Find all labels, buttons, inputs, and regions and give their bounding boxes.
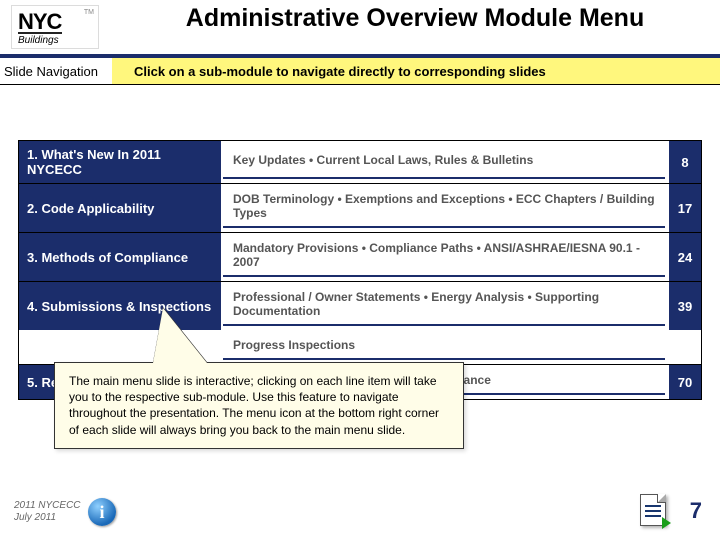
header-bar: NYC TM Buildings Administrative Overview… bbox=[0, 0, 720, 58]
menu-row[interactable]: 4. Submissions & Inspections Professiona… bbox=[19, 282, 701, 365]
menu-item-page: 17 bbox=[669, 184, 701, 232]
slide-navigation-label: Slide Navigation bbox=[0, 64, 112, 79]
menu-item-page-spacer bbox=[669, 330, 701, 364]
menu-item-label: 3. Methods of Compliance bbox=[19, 233, 221, 281]
slide: NYC TM Buildings Administrative Overview… bbox=[0, 0, 720, 540]
info-icon[interactable]: i bbox=[88, 498, 116, 526]
menu-item-desc: Key Updates • Current Local Laws, Rules … bbox=[223, 143, 665, 179]
menu-item-label: 2. Code Applicability bbox=[19, 184, 221, 232]
menu-item-desc: Professional / Owner Statements • Energy… bbox=[223, 284, 665, 326]
logo-wrap: NYC TM Buildings bbox=[0, 0, 110, 54]
module-menu: 1. What's New In 2011 NYCECC Key Updates… bbox=[18, 140, 702, 400]
menu-item-label: 1. What's New In 2011 NYCECC bbox=[19, 141, 221, 183]
menu-row[interactable]: 1. What's New In 2011 NYCECC Key Updates… bbox=[19, 141, 701, 184]
logo-divider bbox=[18, 32, 62, 34]
menu-row[interactable]: 3. Methods of Compliance Mandatory Provi… bbox=[19, 233, 701, 282]
menu-item-page: 24 bbox=[669, 233, 701, 281]
menu-item-page: 39 bbox=[669, 282, 701, 330]
document-icon bbox=[640, 494, 666, 526]
menu-item-page: 70 bbox=[669, 365, 701, 399]
menu-item-desc: DOB Terminology • Exemptions and Excepti… bbox=[223, 186, 665, 228]
instruction-text: Click on a sub-module to navigate direct… bbox=[112, 64, 546, 79]
menu-return-icon[interactable] bbox=[640, 494, 666, 526]
menu-item-page: 8 bbox=[669, 141, 701, 183]
info-icon-glyph: i bbox=[88, 498, 116, 526]
logo-tm: TM bbox=[84, 9, 94, 16]
page-number: 7 bbox=[690, 498, 702, 524]
callout-note: The main menu slide is interactive; clic… bbox=[54, 362, 464, 449]
footer-caption: 2011 NYCECC July 2011 bbox=[14, 500, 81, 524]
subheader: Slide Navigation Click on a sub-module t… bbox=[0, 58, 720, 84]
footer-line-1: 2011 NYCECC bbox=[14, 500, 81, 512]
menu-item-subdesc: Progress Inspections bbox=[223, 332, 665, 360]
header-title-wrap: Administrative Overview Module Menu bbox=[110, 0, 720, 54]
arrow-icon bbox=[662, 517, 671, 529]
nyc-buildings-logo: NYC TM Buildings bbox=[11, 5, 99, 49]
logo-subtext: Buildings bbox=[18, 35, 59, 46]
footer-line-2: July 2011 bbox=[14, 512, 81, 524]
menu-row[interactable]: 2. Code Applicability DOB Terminology • … bbox=[19, 184, 701, 233]
callout-text: The main menu slide is interactive; clic… bbox=[69, 374, 439, 437]
page-title: Administrative Overview Module Menu bbox=[186, 4, 644, 33]
menu-item-desc: Mandatory Provisions • Compliance Paths … bbox=[223, 235, 665, 277]
